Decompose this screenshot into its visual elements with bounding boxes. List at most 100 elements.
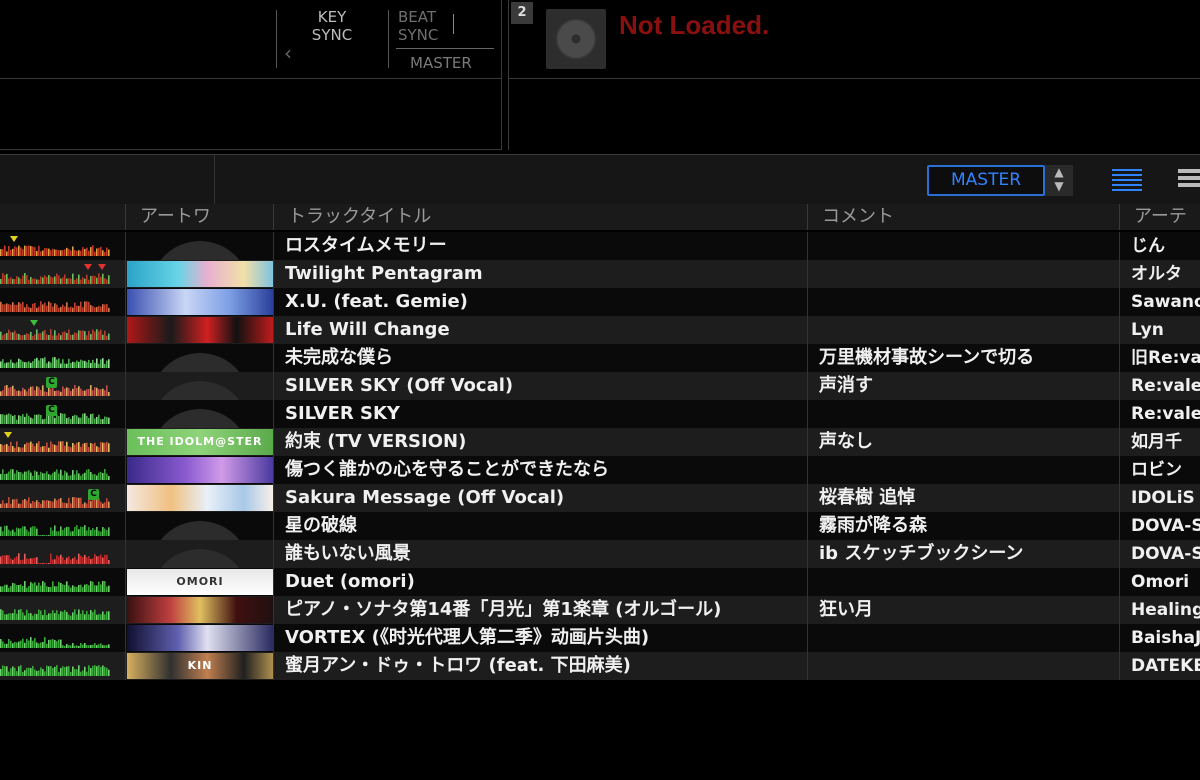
table-row[interactable]: THE IDOLM@STER 約束 (TV VERSION) 声なし 如月千 xyxy=(0,428,1200,456)
track-artist: 如月千 xyxy=(1131,432,1182,452)
album-artwork: THE IDOLM@STER xyxy=(127,429,273,455)
artwork-cell xyxy=(126,260,274,288)
album-artwork xyxy=(127,317,273,343)
artwork-placeholder-icon xyxy=(126,540,273,568)
waveform-preview xyxy=(0,469,110,480)
waveform-preview xyxy=(0,665,110,676)
table-row[interactable]: 傷つく誰かの心を守ることができたなら ロビン xyxy=(0,456,1200,484)
cue-point-icon: C xyxy=(46,405,57,416)
table-row[interactable]: 未完成な僕ら 万里機材事故シーンで切る 旧Re:va xyxy=(0,344,1200,372)
waveform-preview xyxy=(0,553,110,564)
artwork-cell xyxy=(126,512,274,540)
column-header-artwork[interactable]: アートワ xyxy=(126,204,274,230)
memory-cue-marker-icon xyxy=(30,320,38,326)
waveform-cell xyxy=(0,596,126,624)
waveform-preview xyxy=(0,273,110,284)
master-select[interactable]: MASTER xyxy=(927,165,1045,196)
table-row[interactable]: ピアノ・ソナタ第14番「月光」第1楽章 (オルゴール) 狂い月 Healing xyxy=(0,596,1200,624)
waveform-preview xyxy=(0,301,110,312)
album-artwork xyxy=(127,485,273,511)
select-arrows-icon[interactable]: ▲ ▼ xyxy=(1045,165,1073,196)
track-comment: 霧雨が降る森 xyxy=(808,512,1120,540)
artwork-cell xyxy=(126,232,274,260)
album-artwork xyxy=(127,457,273,483)
waveform-cell: C xyxy=(0,400,126,428)
deck-2: 2 Not Loaded. xyxy=(508,0,1200,150)
track-title: X.U. (feat. Gemie) xyxy=(274,288,808,316)
waveform-cell xyxy=(0,652,126,680)
track-artist: BaishaJ xyxy=(1131,628,1200,648)
track-artist: Omori xyxy=(1131,572,1190,592)
beat-sync-button[interactable]: BEAT SYNC xyxy=(398,8,448,44)
memory-cue-marker-icon xyxy=(98,264,106,270)
artwork-cell xyxy=(126,344,274,372)
chevron-left-icon[interactable]: ‹ xyxy=(284,43,292,63)
key-sync-button[interactable]: KEY SYNC ‹ xyxy=(284,8,372,63)
track-comment xyxy=(808,624,1120,652)
table-row[interactable]: Life Will Change Lyn xyxy=(0,316,1200,344)
track-comment: 声消す xyxy=(808,372,1120,400)
album-artwork xyxy=(127,625,273,651)
table-row[interactable]: X.U. (feat. Gemie) Sawano xyxy=(0,288,1200,316)
track-artist: Healing xyxy=(1131,600,1200,620)
waveform-preview xyxy=(0,329,110,340)
artwork-cell xyxy=(126,540,274,568)
table-row[interactable]: ロスタイムメモリー じん xyxy=(0,232,1200,260)
column-header-title[interactable]: トラックタイトル xyxy=(274,204,808,230)
track-comment xyxy=(808,568,1120,596)
table-row[interactable]: VORTEX (《时光代理人第二季》动画片头曲) BaishaJ xyxy=(0,624,1200,652)
table-header: アートワ トラックタイトル コメント アーテ xyxy=(0,204,1200,230)
waveform-preview xyxy=(0,637,110,648)
artwork-cell: KIN xyxy=(126,652,274,680)
waveform-preview xyxy=(0,581,110,592)
list-view-icon[interactable] xyxy=(1112,169,1142,193)
beat-sync-label-2: SYNC xyxy=(398,26,439,44)
artwork-cell xyxy=(126,456,274,484)
deck-panel-area: KEY SYNC ‹ BEAT SYNC MASTER 2 Not Loaded… xyxy=(0,0,1200,152)
divider xyxy=(388,10,389,68)
artwork-placeholder-icon xyxy=(126,400,273,428)
track-artist: Lyn xyxy=(1131,320,1164,340)
toolbar-left-panel xyxy=(0,155,215,205)
track-comment xyxy=(808,652,1120,680)
track-artist: オルタ xyxy=(1131,264,1182,284)
table-row[interactable]: C SILVER SKY Re:vale xyxy=(0,400,1200,428)
deck-status: Not Loaded. xyxy=(619,10,770,40)
track-comment xyxy=(808,260,1120,288)
track-artist: IDOLiS xyxy=(1131,488,1195,508)
deck-1-top-row: KEY SYNC ‹ BEAT SYNC MASTER xyxy=(0,0,501,79)
waveform-cell xyxy=(0,260,126,288)
table-row[interactable]: 星の破線 霧雨が降る森 DOVA-S xyxy=(0,512,1200,540)
table-row[interactable]: KIN 蜜月アン・ドゥ・トロワ (feat. 下田麻美) DATEKE xyxy=(0,652,1200,680)
table-row[interactable]: OMORI Duet (omori) Omori xyxy=(0,568,1200,596)
column-header-waveform[interactable] xyxy=(0,204,126,230)
artwork-placeholder-icon xyxy=(126,372,273,400)
table-row[interactable]: Twilight Pentagram オルタ xyxy=(0,260,1200,288)
table-row[interactable]: 誰もいない風景 ib スケッチブックシーン DOVA-S xyxy=(0,540,1200,568)
cue-point-icon: C xyxy=(88,489,99,500)
table-row[interactable]: C Sakura Message (Off Vocal) 桜春樹 追悼 IDOLiS xyxy=(0,484,1200,512)
track-comment xyxy=(808,456,1120,484)
artwork-placeholder-icon xyxy=(126,232,273,260)
track-artist: Re:vale xyxy=(1131,404,1200,424)
waveform-cell xyxy=(0,624,126,652)
grid-view-icon[interactable] xyxy=(1178,169,1200,193)
track-comment xyxy=(808,400,1120,428)
table-row[interactable]: C SILVER SKY (Off Vocal) 声消す Re:vale xyxy=(0,372,1200,400)
master-button[interactable]: MASTER xyxy=(410,54,472,72)
album-artwork xyxy=(127,597,273,623)
track-artist: DATEKE xyxy=(1131,656,1200,676)
cue-point-icon: C xyxy=(46,377,57,388)
deck-number-badge: 2 xyxy=(511,2,533,24)
track-title: 未完成な僕ら xyxy=(274,344,808,372)
column-header-artist[interactable]: アーテ xyxy=(1120,204,1200,230)
waveform-preview xyxy=(0,441,110,452)
track-comment xyxy=(808,288,1120,316)
deck-1: KEY SYNC ‹ BEAT SYNC MASTER xyxy=(0,0,502,150)
key-sync-label-2: SYNC xyxy=(311,26,353,44)
album-artwork xyxy=(127,261,273,287)
deck-1-waveform-row xyxy=(0,79,501,150)
track-artist: 旧Re:va xyxy=(1131,348,1200,368)
track-title: ロスタイムメモリー xyxy=(274,232,808,260)
column-header-comment[interactable]: コメント xyxy=(808,204,1120,230)
